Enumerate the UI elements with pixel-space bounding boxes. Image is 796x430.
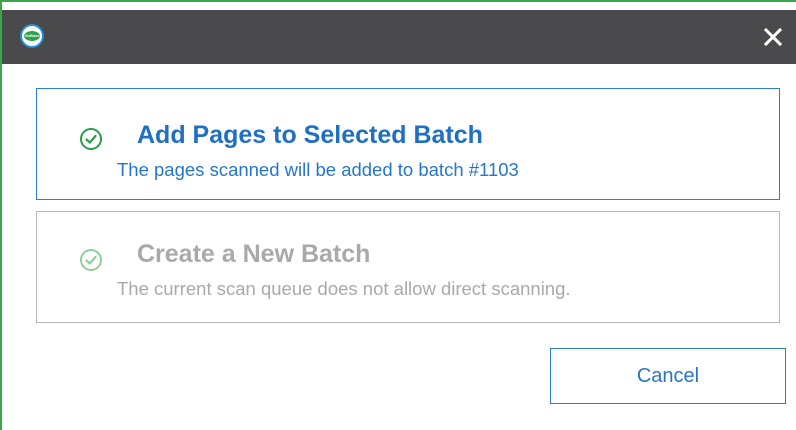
check-circle-icon	[80, 249, 102, 271]
title-bar: OnBase	[2, 10, 796, 64]
scan-dialog-window: OnBase Add Pages to Selected Batch The p…	[0, 0, 796, 430]
logo-text: OnBase	[24, 31, 40, 41]
option-description: The pages scanned will be added to batch…	[117, 159, 519, 180]
close-icon	[764, 28, 782, 46]
close-button[interactable]	[758, 22, 788, 52]
option-title: Create a New Batch	[137, 240, 371, 268]
option-add-pages-to-batch[interactable]: Add Pages to Selected Batch The pages sc…	[36, 88, 780, 200]
check-circle-icon	[80, 128, 102, 150]
window-top-strip	[2, 2, 796, 10]
onbase-logo-icon: OnBase	[20, 24, 44, 48]
option-description: The current scan queue does not allow di…	[117, 278, 571, 299]
option-title: Add Pages to Selected Batch	[137, 121, 483, 149]
option-create-new-batch: Create a New Batch The current scan queu…	[36, 211, 780, 323]
cancel-button[interactable]: Cancel	[550, 348, 786, 404]
